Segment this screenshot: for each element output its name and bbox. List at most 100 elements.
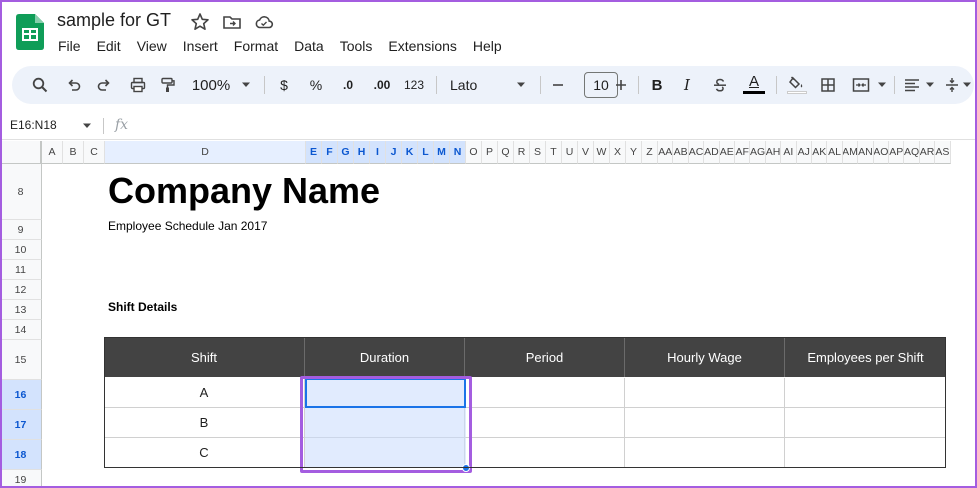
- column-header-al[interactable]: AL: [827, 141, 843, 164]
- column-header-o[interactable]: O: [466, 141, 482, 164]
- menu-data[interactable]: Data: [286, 37, 332, 57]
- column-header-x[interactable]: X: [610, 141, 626, 164]
- row-header-9[interactable]: 9: [0, 220, 42, 240]
- borders-button[interactable]: [818, 74, 838, 96]
- redo-button[interactable]: [94, 74, 114, 96]
- zoom-dropdown[interactable]: [238, 74, 254, 96]
- document-title[interactable]: sample for GT: [57, 10, 171, 31]
- column-header-af[interactable]: AF: [735, 141, 751, 164]
- vertical-align-button[interactable]: [944, 74, 960, 96]
- column-header-ar[interactable]: AR: [919, 141, 936, 164]
- font-dropdown[interactable]: [514, 74, 528, 96]
- name-box-caret-down-icon[interactable]: [82, 123, 92, 129]
- column-header-aa[interactable]: AA: [658, 141, 674, 164]
- decrease-font-size-button[interactable]: [550, 74, 566, 96]
- row-header-15[interactable]: 15: [0, 340, 42, 380]
- search-menus-button[interactable]: [30, 74, 50, 96]
- undo-button[interactable]: [64, 74, 84, 96]
- column-header-i[interactable]: I: [370, 141, 386, 164]
- menu-tools[interactable]: Tools: [332, 37, 381, 57]
- header-duration[interactable]: Duration: [305, 337, 465, 377]
- bold-button[interactable]: B: [650, 74, 664, 96]
- column-header-y[interactable]: Y: [626, 141, 642, 164]
- number-format-button[interactable]: 123: [401, 74, 427, 96]
- table-cell-hourly-wage[interactable]: [625, 408, 785, 438]
- row-header-19[interactable]: 19: [0, 470, 42, 488]
- table-cell-employees-per-shift[interactable]: [785, 378, 946, 408]
- column-header-j[interactable]: J: [386, 141, 402, 164]
- move-folder-icon[interactable]: [222, 12, 242, 32]
- column-header-ap[interactable]: AP: [889, 141, 905, 164]
- column-header-as[interactable]: AS: [935, 141, 951, 164]
- paint-format-button[interactable]: [158, 74, 178, 96]
- column-header-an[interactable]: AN: [858, 141, 874, 164]
- column-header-r[interactable]: R: [514, 141, 530, 164]
- cloud-saved-icon[interactable]: [254, 12, 274, 32]
- row-header-11[interactable]: 11: [0, 260, 42, 280]
- format-percent-button[interactable]: %: [307, 74, 325, 96]
- column-header-n[interactable]: N: [450, 141, 466, 164]
- table-cell-hourly-wage[interactable]: [625, 438, 785, 468]
- table-cell-period[interactable]: [465, 408, 625, 438]
- column-header-c[interactable]: C: [84, 141, 105, 164]
- zoom-value[interactable]: 100%: [192, 74, 230, 96]
- increase-font-size-button[interactable]: [613, 74, 629, 96]
- menu-view[interactable]: View: [129, 37, 175, 57]
- column-header-g[interactable]: G: [338, 141, 354, 164]
- column-header-z[interactable]: Z: [642, 141, 658, 164]
- merge-cells-button[interactable]: [850, 74, 872, 96]
- row-header-17[interactable]: 17: [0, 410, 42, 440]
- name-box[interactable]: E16:N18: [10, 118, 57, 132]
- star-icon[interactable]: [190, 12, 210, 32]
- print-button[interactable]: [128, 74, 148, 96]
- menu-extensions[interactable]: Extensions: [380, 37, 464, 57]
- row-header-14[interactable]: 14: [0, 320, 42, 340]
- menu-format[interactable]: Format: [226, 37, 286, 57]
- column-header-s[interactable]: S: [530, 141, 546, 164]
- menu-help[interactable]: Help: [465, 37, 510, 57]
- column-header-ao[interactable]: AO: [873, 141, 889, 164]
- column-header-d[interactable]: D: [105, 141, 306, 164]
- column-header-ab[interactable]: AB: [673, 141, 689, 164]
- column-header-u[interactable]: U: [562, 141, 578, 164]
- row-header-18[interactable]: 18: [0, 440, 42, 470]
- header-period[interactable]: Period: [465, 337, 625, 377]
- column-header-am[interactable]: AM: [842, 141, 859, 164]
- column-header-ah[interactable]: AH: [765, 141, 782, 164]
- row-header-10[interactable]: 10: [0, 240, 42, 260]
- column-header-p[interactable]: P: [482, 141, 498, 164]
- row-header-13[interactable]: 13: [0, 300, 42, 320]
- subtitle-cell[interactable]: Employee Schedule Jan 2017: [108, 219, 267, 233]
- column-header-k[interactable]: K: [402, 141, 418, 164]
- section-label-cell[interactable]: Shift Details: [108, 300, 177, 314]
- column-header-f[interactable]: F: [322, 141, 338, 164]
- format-currency-button[interactable]: $: [276, 74, 292, 96]
- column-header-q[interactable]: Q: [498, 141, 514, 164]
- decrease-decimal-button[interactable]: .0: [338, 74, 358, 96]
- column-header-aj[interactable]: AJ: [796, 141, 812, 164]
- column-header-w[interactable]: W: [594, 141, 610, 164]
- horizontal-align-button[interactable]: [902, 74, 922, 96]
- column-header-m[interactable]: M: [434, 141, 450, 164]
- horizontal-align-dropdown[interactable]: [924, 74, 936, 96]
- fill-color-button[interactable]: [786, 74, 808, 96]
- column-header-e[interactable]: E: [306, 141, 322, 164]
- merge-dropdown[interactable]: [876, 74, 888, 96]
- row-header-12[interactable]: 12: [0, 280, 42, 300]
- column-header-ae[interactable]: AE: [719, 141, 735, 164]
- column-header-ad[interactable]: AD: [704, 141, 720, 164]
- column-header-t[interactable]: T: [546, 141, 562, 164]
- table-cell-shift[interactable]: A: [104, 378, 305, 408]
- company-name-cell[interactable]: Company Name: [108, 170, 380, 212]
- table-cell-shift[interactable]: C: [104, 438, 305, 468]
- column-header-aq[interactable]: AQ: [904, 141, 920, 164]
- table-cell-period[interactable]: [465, 378, 625, 408]
- column-header-b[interactable]: B: [63, 141, 84, 164]
- fill-handle[interactable]: [462, 464, 470, 472]
- column-header-ac[interactable]: AC: [688, 141, 705, 164]
- formula-input[interactable]: [140, 115, 970, 137]
- menu-insert[interactable]: Insert: [175, 37, 226, 57]
- vertical-align-dropdown[interactable]: [962, 74, 972, 96]
- table-cell-period[interactable]: [465, 438, 625, 468]
- text-color-button[interactable]: A: [742, 74, 766, 96]
